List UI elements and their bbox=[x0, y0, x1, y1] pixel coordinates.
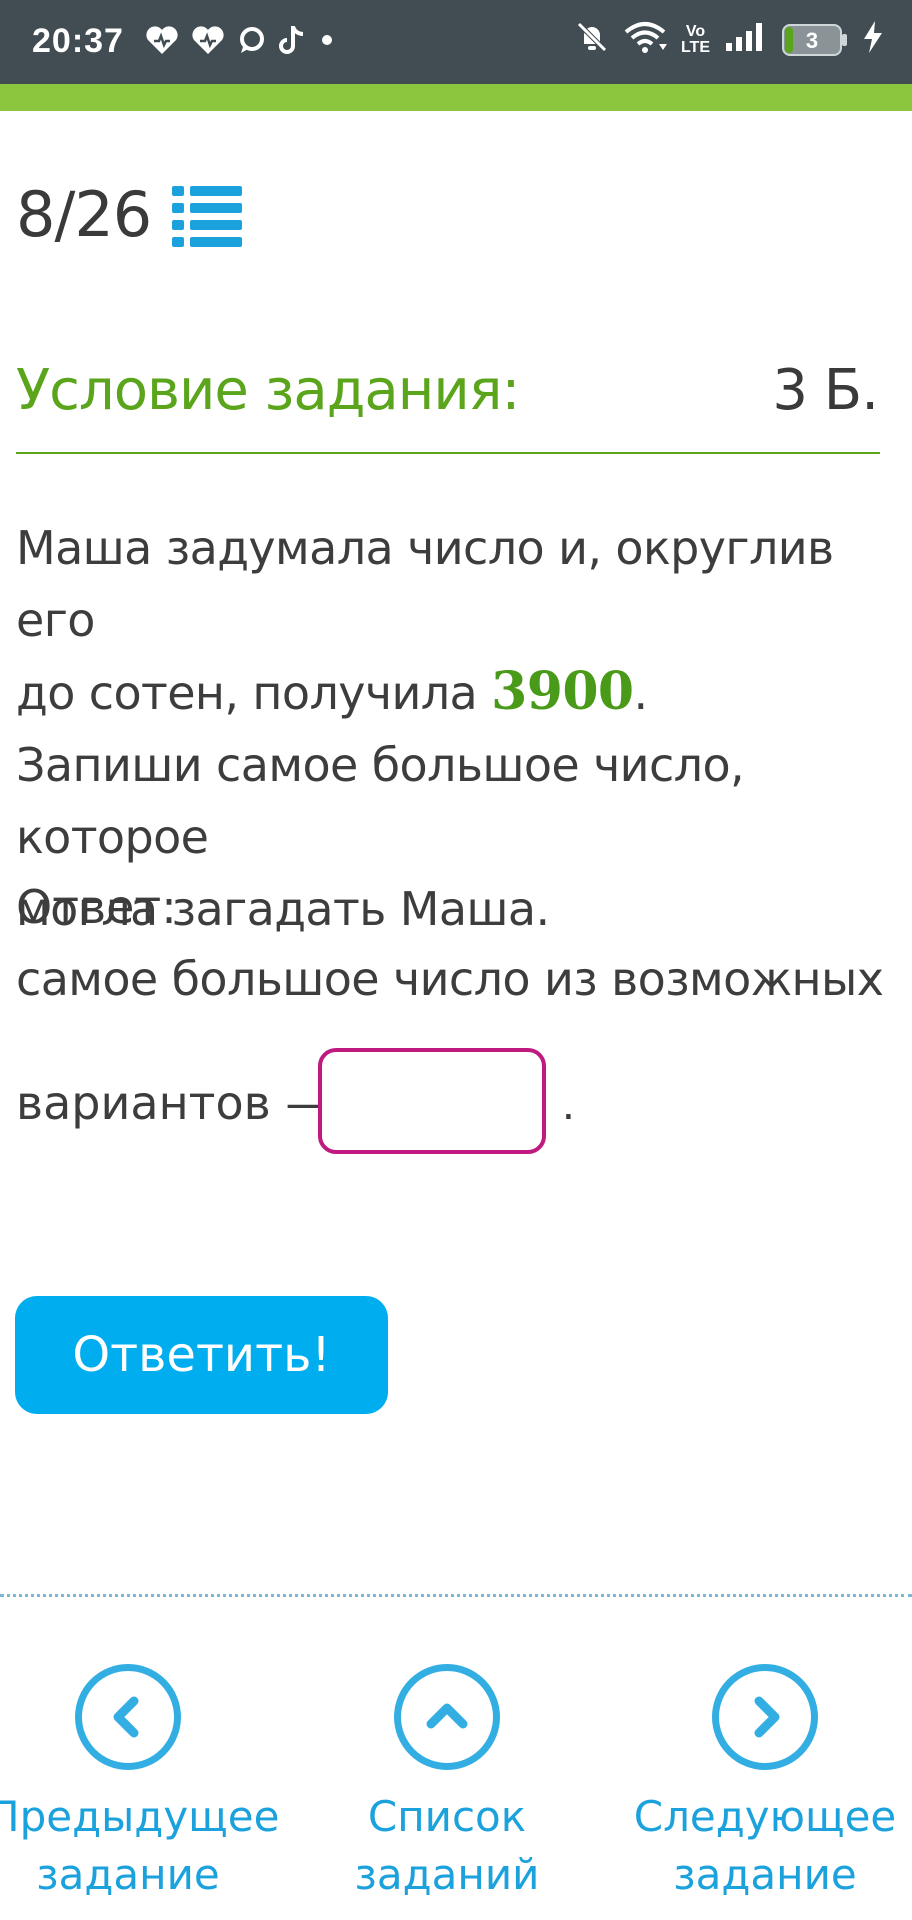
heart-icon bbox=[145, 25, 179, 60]
answer-input[interactable] bbox=[318, 1048, 546, 1154]
answer-prompt-end: вариантов — bbox=[16, 1076, 332, 1130]
chevron-up-icon[interactable] bbox=[394, 1664, 500, 1770]
task-list-icon[interactable] bbox=[172, 186, 242, 253]
charging-icon bbox=[862, 20, 884, 59]
system-icons: Vo LTE 3 bbox=[575, 20, 884, 59]
condition-divider bbox=[16, 452, 880, 454]
prev-task-label[interactable]: Предыдущее задание bbox=[0, 1788, 279, 1904]
task-list-label[interactable]: Список заданий bbox=[307, 1788, 587, 1904]
answer-end-dot: . bbox=[562, 1077, 575, 1129]
task-points: 3 Б. bbox=[772, 358, 879, 423]
task-number: 3900 bbox=[491, 661, 634, 722]
task-line: до сотен, получила 3900. bbox=[16, 661, 648, 722]
task-counter: 8/26 bbox=[16, 178, 152, 251]
dot-icon bbox=[319, 32, 335, 53]
heart-icon bbox=[191, 25, 225, 60]
header-accent-bar bbox=[0, 84, 912, 111]
prev-task-button[interactable]: Предыдущее задание bbox=[0, 1664, 279, 1904]
tiktok-icon bbox=[279, 24, 307, 61]
next-task-label[interactable]: Следующее задание bbox=[625, 1788, 905, 1904]
chevron-left-icon[interactable] bbox=[75, 1664, 181, 1770]
notification-icons bbox=[145, 24, 335, 61]
mute-icon bbox=[575, 20, 609, 59]
answer-prompt: самое большое число из возможных bbox=[16, 952, 884, 1006]
next-task-button[interactable]: Следующее задание bbox=[625, 1664, 905, 1904]
signal-icon bbox=[724, 21, 768, 58]
status-bar: 20:37 Vo LTE 3 bbox=[0, 0, 912, 84]
answer-label: Ответ: bbox=[16, 880, 177, 934]
chat-icon bbox=[237, 25, 267, 60]
chevron-right-icon[interactable] bbox=[712, 1664, 818, 1770]
task-line: Запиши самое большое число, которое bbox=[16, 738, 745, 864]
status-time: 20:37 bbox=[32, 22, 124, 60]
submit-answer-button[interactable]: Ответить! bbox=[15, 1296, 388, 1414]
condition-title: Условие задания: bbox=[16, 358, 520, 423]
footer-divider bbox=[0, 1594, 912, 1597]
battery-icon: 3 bbox=[782, 23, 848, 57]
task-list-button[interactable]: Список заданий bbox=[307, 1664, 587, 1904]
task-line: Маша задумала число и, округлив его bbox=[16, 521, 834, 647]
wifi-icon bbox=[623, 20, 667, 59]
volte-icon: Vo LTE bbox=[680, 22, 710, 56]
